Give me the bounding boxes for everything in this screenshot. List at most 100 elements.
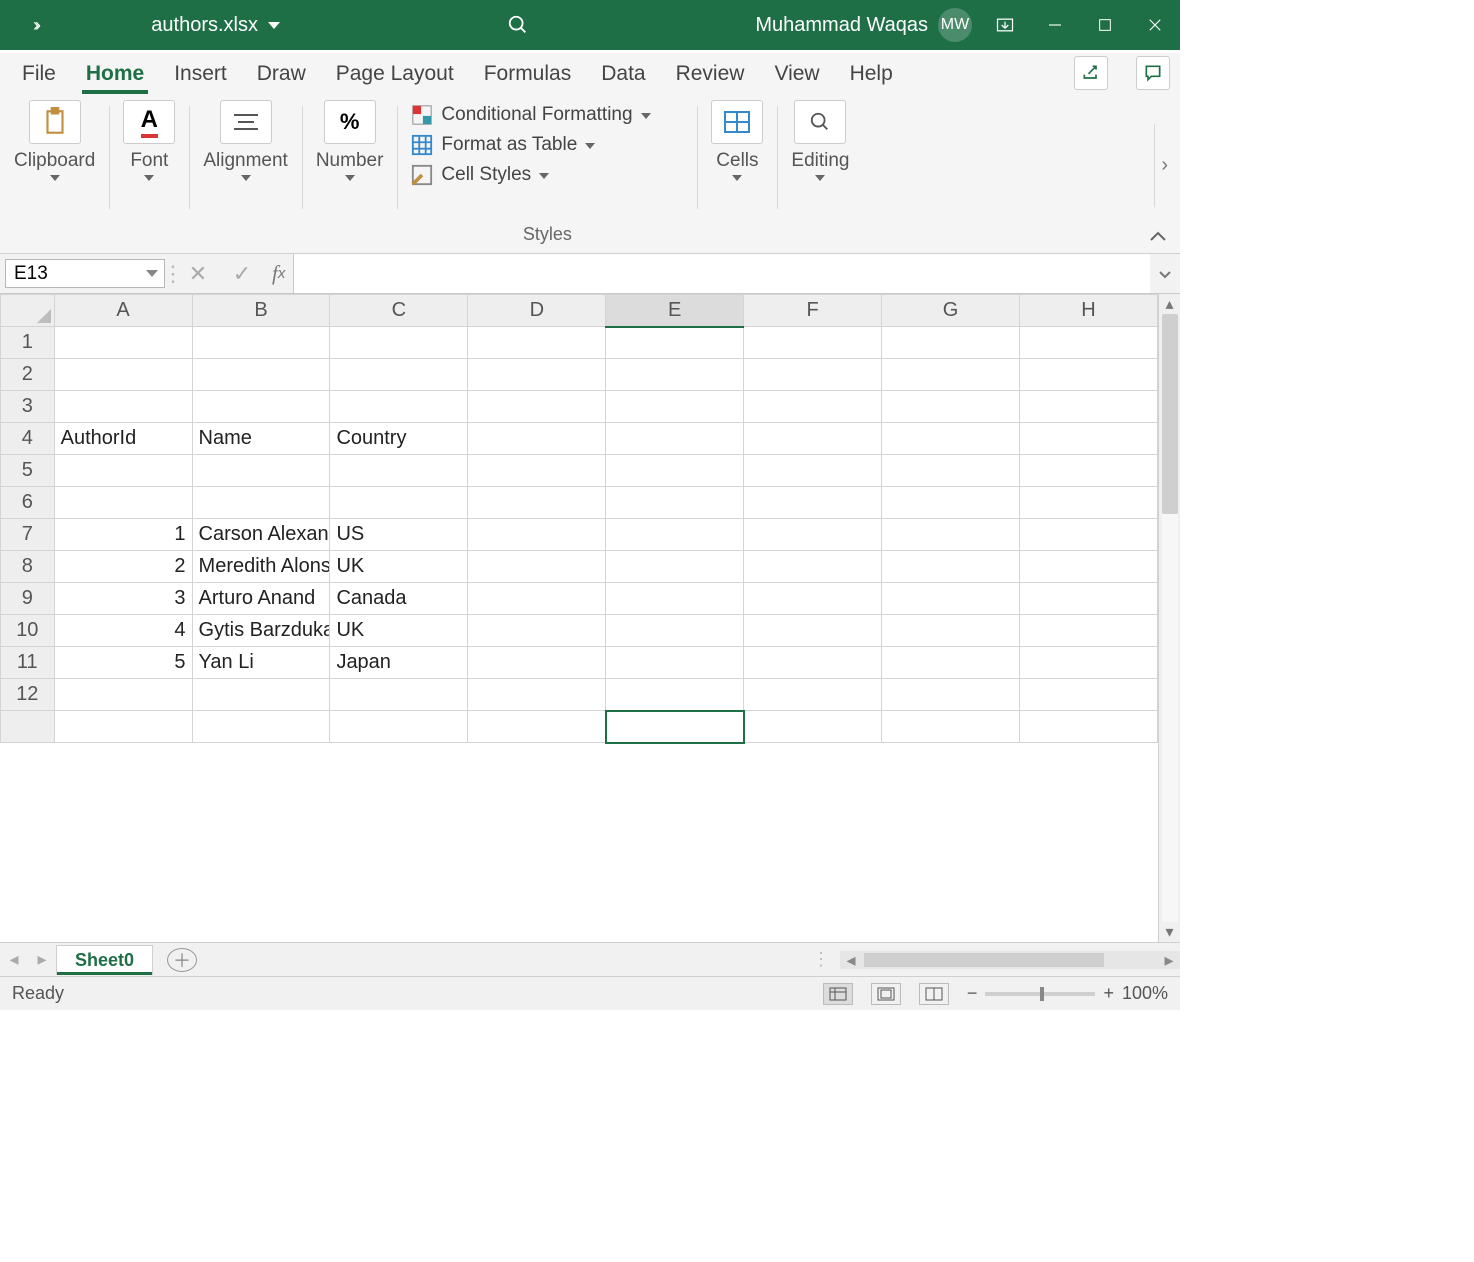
cell-A11[interactable]: 5 (54, 647, 192, 679)
row-header-2[interactable]: 2 (1, 359, 55, 391)
cell-A13[interactable] (54, 711, 192, 743)
cell-D10[interactable] (468, 615, 606, 647)
cell-B11[interactable]: Yan Li (192, 647, 330, 679)
zoom-control[interactable]: − + 100% (967, 983, 1168, 1004)
cell-F12[interactable] (744, 679, 882, 711)
cell-A3[interactable] (54, 391, 192, 423)
account-area[interactable]: Muhammad Waqas MW (755, 8, 980, 42)
share-button[interactable] (1074, 56, 1108, 90)
ribbon-group-cells[interactable]: Cells (697, 94, 777, 253)
cell-B10[interactable]: Gytis Barzdukas (192, 615, 330, 647)
cell-C11[interactable]: Japan (330, 647, 468, 679)
page-layout-view-button[interactable] (871, 983, 901, 1005)
ribbon-group-editing[interactable]: Editing (777, 94, 863, 253)
cell-F6[interactable] (744, 487, 882, 519)
cell-B4[interactable]: Name (192, 423, 330, 455)
minimize-button[interactable] (1030, 0, 1080, 50)
row-header-8[interactable]: 8 (1, 551, 55, 583)
cell-H4[interactable] (1019, 423, 1157, 455)
cell-F1[interactable] (744, 327, 882, 359)
tab-view[interactable]: View (770, 56, 823, 94)
sheet-divider-icon[interactable]: ⋮ (812, 949, 840, 970)
cell-D13[interactable] (468, 711, 606, 743)
cell-B8[interactable]: Meredith Alonso (192, 551, 330, 583)
tab-help[interactable]: Help (846, 56, 897, 94)
cell-C7[interactable]: US (330, 519, 468, 551)
cell-E7[interactable] (606, 519, 744, 551)
cell-E10[interactable] (606, 615, 744, 647)
cell-C12[interactable] (330, 679, 468, 711)
cell-G6[interactable] (882, 487, 1020, 519)
column-header-D[interactable]: D (468, 295, 606, 327)
tab-formulas[interactable]: Formulas (480, 56, 576, 94)
cell-D12[interactable] (468, 679, 606, 711)
new-sheet-button[interactable]: ＋ (167, 948, 197, 972)
cell-F10[interactable] (744, 615, 882, 647)
cell-E4[interactable] (606, 423, 744, 455)
cell-E1[interactable] (606, 327, 744, 359)
cell-D9[interactable] (468, 583, 606, 615)
format-as-table-button[interactable]: Format as Table (411, 130, 595, 160)
cell-H5[interactable] (1019, 455, 1157, 487)
cell-H9[interactable] (1019, 583, 1157, 615)
cell-A4[interactable]: AuthorId (54, 423, 192, 455)
tab-page-layout[interactable]: Page Layout (332, 56, 458, 94)
cell-C5[interactable] (330, 455, 468, 487)
cell-H1[interactable] (1019, 327, 1157, 359)
cell-C4[interactable]: Country (330, 423, 468, 455)
scroll-up-icon[interactable]: ▴ (1162, 294, 1178, 314)
cell-A1[interactable] (54, 327, 192, 359)
tab-insert[interactable]: Insert (170, 56, 231, 94)
cell-C10[interactable]: UK (330, 615, 468, 647)
cell-A10[interactable]: 4 (54, 615, 192, 647)
cell-D4[interactable] (468, 423, 606, 455)
scroll-right-icon[interactable]: ▸ (1158, 951, 1180, 969)
cell-D3[interactable] (468, 391, 606, 423)
insert-function-button[interactable]: fx (264, 254, 294, 293)
cell-H8[interactable] (1019, 551, 1157, 583)
row-header-12[interactable]: 12 (1, 679, 55, 711)
zoom-in-button[interactable]: + (1103, 983, 1114, 1004)
cell-G7[interactable] (882, 519, 1020, 551)
cell-G4[interactable] (882, 423, 1020, 455)
cell-A5[interactable] (54, 455, 192, 487)
cell-H11[interactable] (1019, 647, 1157, 679)
cell-H13[interactable] (1019, 711, 1157, 743)
row-header-9[interactable]: 9 (1, 583, 55, 615)
cell-E13[interactable] (606, 711, 744, 743)
tab-review[interactable]: Review (672, 56, 749, 94)
cell-D7[interactable] (468, 519, 606, 551)
cell-B2[interactable] (192, 359, 330, 391)
column-header-F[interactable]: F (744, 295, 882, 327)
horizontal-scrollbar[interactable]: ◂ ▸ (840, 951, 1180, 969)
tab-home[interactable]: Home (82, 56, 148, 94)
ribbon-overflow-button[interactable]: › (1154, 124, 1174, 207)
row-header-3[interactable]: 3 (1, 391, 55, 423)
cell-H12[interactable] (1019, 679, 1157, 711)
ribbon-group-clipboard[interactable]: Clipboard (0, 94, 109, 253)
cell-H2[interactable] (1019, 359, 1157, 391)
row-header-10[interactable]: 10 (1, 615, 55, 647)
vertical-scrollbar[interactable]: ▴ ▾ (1158, 294, 1180, 942)
page-break-view-button[interactable] (919, 983, 949, 1005)
row-header-4[interactable]: 4 (1, 423, 55, 455)
cell-G10[interactable] (882, 615, 1020, 647)
cell-B9[interactable]: Arturo Anand (192, 583, 330, 615)
cell-H7[interactable] (1019, 519, 1157, 551)
row-header-1[interactable]: 1 (1, 327, 55, 359)
name-box[interactable]: E13 (5, 259, 165, 288)
cell-B13[interactable] (192, 711, 330, 743)
cell-C3[interactable] (330, 391, 468, 423)
cell-D5[interactable] (468, 455, 606, 487)
ribbon-mode-button[interactable] (980, 0, 1030, 50)
quick-access-overflow[interactable]: ›› (0, 15, 70, 36)
cell-F3[interactable] (744, 391, 882, 423)
cell-F2[interactable] (744, 359, 882, 391)
cell-G1[interactable] (882, 327, 1020, 359)
cell-C9[interactable]: Canada (330, 583, 468, 615)
cell-G13[interactable] (882, 711, 1020, 743)
scrollbar-thumb[interactable] (864, 953, 1104, 967)
ribbon-group-number[interactable]: % Number (302, 94, 398, 253)
search-button[interactable] (280, 14, 755, 36)
column-header-B[interactable]: B (192, 295, 330, 327)
